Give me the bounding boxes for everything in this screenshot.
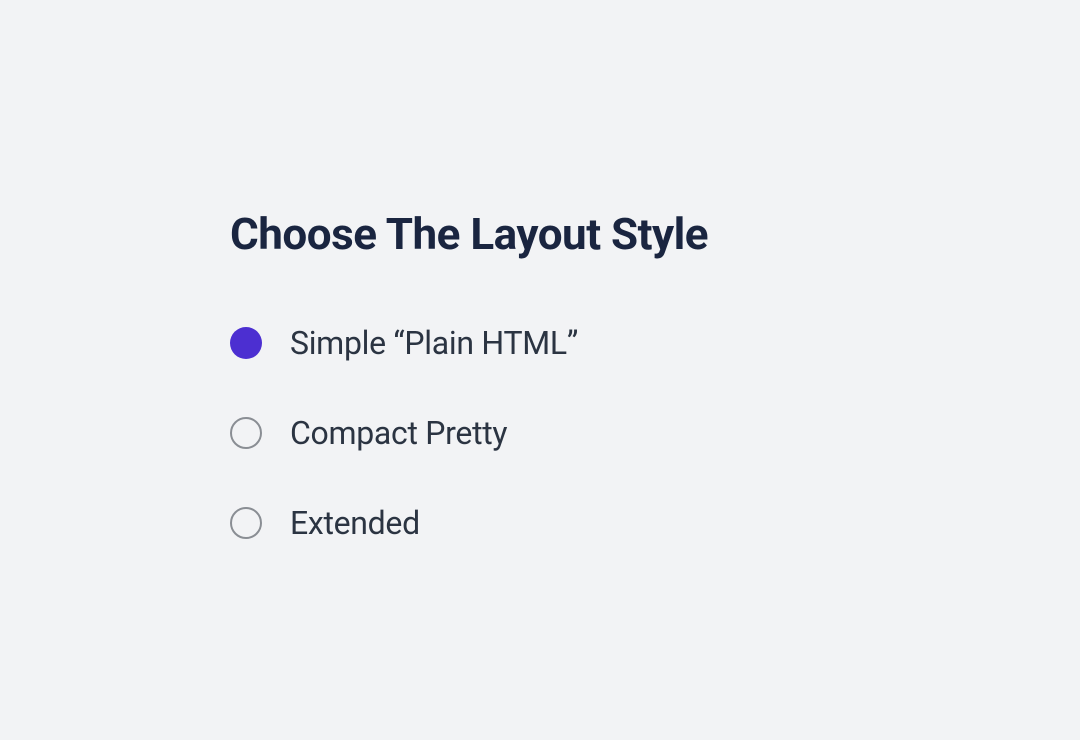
radio-label: Compact Pretty	[290, 414, 507, 452]
radio-label: Simple “Plain HTML”	[290, 324, 578, 362]
radio-icon	[230, 327, 262, 359]
radio-option-extended[interactable]: Extended	[230, 504, 708, 542]
radio-option-simple[interactable]: Simple “Plain HTML”	[230, 324, 708, 362]
radio-icon	[230, 507, 262, 539]
layout-style-panel: Choose The Layout Style Simple “Plain HT…	[230, 208, 708, 542]
panel-title: Choose The Layout Style	[230, 208, 708, 260]
layout-radio-group: Simple “Plain HTML” Compact Pretty Exten…	[230, 324, 708, 542]
radio-option-compact[interactable]: Compact Pretty	[230, 414, 708, 452]
radio-label: Extended	[290, 504, 420, 542]
radio-icon	[230, 417, 262, 449]
